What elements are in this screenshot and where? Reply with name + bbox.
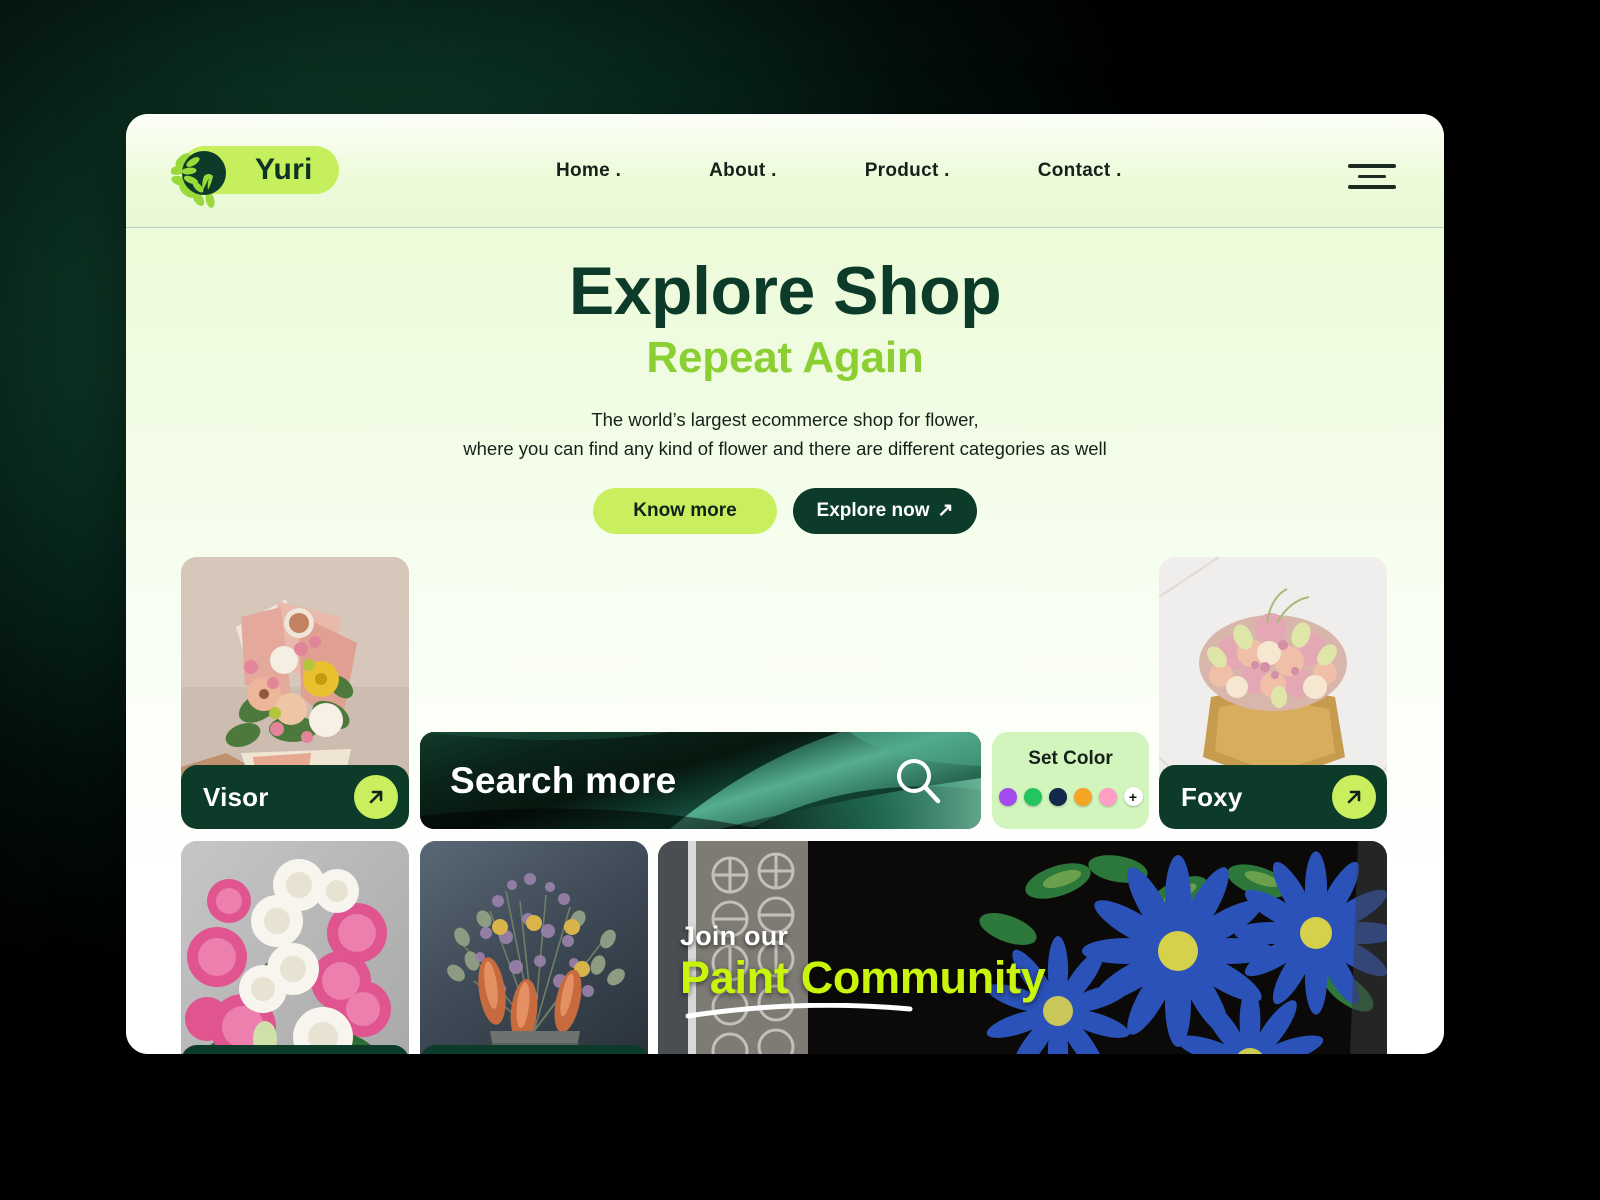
product-name-visor: Visor bbox=[203, 781, 269, 812]
paint-community-title: Paint Community bbox=[680, 952, 1046, 1003]
color-swatch-orange[interactable] bbox=[1073, 787, 1092, 806]
arrow-up-right-icon: ↗ bbox=[937, 500, 954, 522]
hero-description-line-1: The world’s largest ecommerce shop for f… bbox=[591, 409, 979, 431]
nav-item-about[interactable]: About . bbox=[709, 160, 777, 182]
hero-subtitle: Repeat Again bbox=[646, 333, 924, 383]
search-input-value: Search more bbox=[450, 759, 677, 801]
arrow-up-right-icon[interactable] bbox=[354, 775, 398, 819]
color-swatch-navy[interactable] bbox=[1048, 787, 1067, 806]
hero-description-line-2: where you can find any kind of flower an… bbox=[463, 437, 1107, 459]
product-label-swift: Swift bbox=[181, 1045, 409, 1054]
search-input[interactable]: Search more bbox=[420, 732, 981, 829]
paint-community-banner[interactable]: Join our Paint Community bbox=[658, 841, 1387, 1054]
hamburger-menu-icon[interactable] bbox=[1348, 164, 1396, 194]
know-more-button[interactable]: Know more bbox=[593, 487, 777, 534]
product-card-darklight[interactable]: Darklight bbox=[420, 841, 648, 1054]
product-label-darklight: Darklight bbox=[420, 1045, 648, 1054]
nav-item-product[interactable]: Product . bbox=[865, 160, 950, 182]
set-color-title: Set Color bbox=[1028, 748, 1113, 769]
product-name-foxy: Foxy bbox=[1181, 781, 1243, 812]
product-card-visor[interactable]: Visor bbox=[181, 557, 409, 829]
product-label-foxy: Foxy bbox=[1159, 765, 1387, 829]
nav-item-contact[interactable]: Contact . bbox=[1038, 160, 1122, 182]
product-card-foxy[interactable]: Foxy bbox=[1159, 557, 1387, 829]
nav-item-home[interactable]: Home . bbox=[556, 160, 621, 182]
color-swatch-green[interactable] bbox=[1023, 787, 1042, 806]
product-image-swift bbox=[181, 841, 409, 1054]
explore-now-label: Explore now bbox=[816, 499, 930, 521]
hamburger-line-bottom bbox=[1348, 185, 1396, 189]
browser-window: Yuri Home . About . Product . Contact . … bbox=[126, 114, 1444, 1054]
color-swatch-purple[interactable] bbox=[998, 787, 1017, 806]
page-title: Explore Shop bbox=[568, 253, 1002, 329]
color-swatch-list: + bbox=[998, 787, 1143, 806]
hamburger-line-top bbox=[1348, 164, 1396, 168]
explore-now-button[interactable]: Explore now ↗ bbox=[793, 487, 977, 534]
product-label-visor: Visor bbox=[181, 765, 409, 829]
hero-actions: Know more Explore now ↗ bbox=[126, 487, 1444, 534]
product-image-darklight bbox=[420, 841, 648, 1054]
brand-name: Yuri bbox=[255, 153, 313, 186]
site-header: Yuri Home . About . Product . Contact . bbox=[126, 114, 1444, 228]
set-color-panel: Set Color + bbox=[992, 732, 1149, 829]
arrow-up-right-icon[interactable] bbox=[1332, 775, 1376, 819]
product-card-swift[interactable]: Swift bbox=[181, 841, 409, 1054]
hero-section: Explore Shop Repeat Again The world’s la… bbox=[126, 253, 1444, 534]
page-body: Explore Shop Repeat Again The world’s la… bbox=[126, 228, 1444, 1054]
main-navigation: Home . About . Product . Contact . bbox=[556, 114, 1122, 228]
paint-community-kicker: Join our bbox=[680, 921, 789, 951]
brand-logo[interactable]: Yuri bbox=[171, 144, 339, 208]
leaf-circle-icon bbox=[171, 151, 226, 208]
add-color-button[interactable]: + bbox=[1123, 787, 1143, 806]
magnifier-icon[interactable] bbox=[891, 754, 945, 808]
hamburger-line-middle bbox=[1358, 175, 1386, 178]
paint-community-text: Join our Paint Community bbox=[680, 921, 1046, 1024]
color-swatch-pink[interactable] bbox=[1098, 787, 1117, 806]
underline-swoosh-icon bbox=[685, 1003, 913, 1019]
